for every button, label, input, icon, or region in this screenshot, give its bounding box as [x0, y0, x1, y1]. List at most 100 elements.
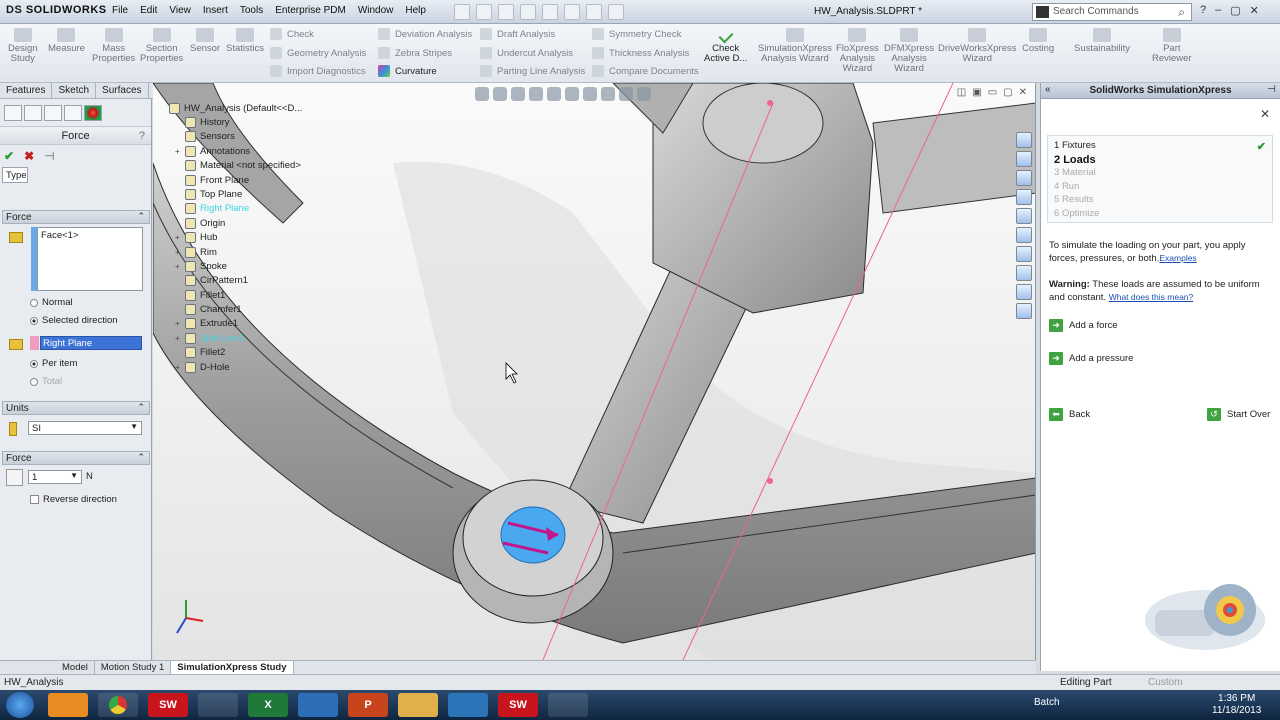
solidworks-taskbar-icon[interactable]: SW	[148, 693, 188, 717]
split-view-icon[interactable]: ◫	[957, 87, 966, 98]
close-icon[interactable]: ✕	[1250, 4, 1259, 17]
tree-item[interactable]: Right Plane	[185, 203, 249, 214]
restore-icon[interactable]: ▢	[1230, 4, 1240, 17]
select-icon[interactable]	[564, 4, 580, 20]
new-doc-icon[interactable]	[454, 4, 470, 20]
back-button[interactable]: ⬅ Back	[1049, 408, 1090, 421]
menu-item-file[interactable]: File	[112, 5, 128, 16]
tab-features[interactable]: Features	[0, 83, 53, 98]
tree-item[interactable]: History	[185, 117, 230, 128]
expand-icon[interactable]: +	[175, 248, 180, 257]
help-icon[interactable]: ?	[1200, 4, 1206, 17]
previous-view-icon[interactable]	[511, 87, 525, 101]
tool-floxpress-analysis-wizard[interactable]: FloXpress Analysis Wizard	[836, 28, 879, 74]
zoom-to-fit-icon[interactable]	[475, 87, 489, 101]
solidworks-active-taskbar-icon[interactable]: SW	[498, 693, 538, 717]
solidworks-logo[interactable]: DS SOLIDWORKS	[6, 4, 107, 16]
tree-item[interactable]: + D-Hole	[175, 362, 230, 373]
tool-measure[interactable]: Measure	[48, 28, 85, 54]
tool-sustainability[interactable]: Sustainability	[1074, 28, 1130, 54]
menu-item-enterprise-pdm[interactable]: Enterprise PDM	[275, 5, 346, 16]
tool-draft-analysis[interactable]: Draft Analysis	[480, 28, 555, 40]
section-view-icon[interactable]	[529, 87, 543, 101]
reverse-direction-checkbox[interactable]: Reverse direction	[30, 494, 117, 505]
print-icon[interactable]	[520, 4, 536, 20]
add-pressure-button[interactable]: ➜ Add a pressure	[1049, 352, 1133, 365]
clock[interactable]: 1:36 PM 11/18/2013	[1212, 693, 1261, 717]
folder-icon[interactable]	[1016, 227, 1032, 243]
tab-type[interactable]: Type	[2, 167, 28, 183]
excel-taskbar-icon[interactable]: X	[248, 693, 288, 717]
help-icon[interactable]: ?	[139, 130, 145, 142]
tree-item[interactable]: Sensors	[185, 131, 235, 142]
home-icon[interactable]	[1016, 189, 1032, 205]
units-dropdown[interactable]: SI ▼	[28, 421, 142, 435]
tree-item[interactable]: Fillet1	[185, 290, 225, 301]
wizard-step[interactable]: 6 Optimize	[1054, 208, 1266, 222]
expand-icon[interactable]: +	[175, 319, 180, 328]
view-palette-icon[interactable]	[1016, 246, 1032, 262]
examples-link[interactable]: Examples	[1159, 253, 1196, 263]
menu-item-edit[interactable]: Edit	[140, 5, 157, 16]
tree-item[interactable]: HW_Analysis (Default<<D...	[169, 103, 302, 114]
display-taskbar-icon[interactable]	[448, 693, 488, 717]
search-menu-icon[interactable]	[1036, 6, 1049, 18]
undo-icon[interactable]	[542, 4, 558, 20]
selected-direction-radio[interactable]: Selected direction	[30, 315, 118, 326]
ok-icon[interactable]: ✔	[4, 149, 14, 163]
wizard-step[interactable]: 4 Run	[1054, 181, 1266, 195]
design-library-icon[interactable]	[1016, 151, 1032, 167]
tool-taskbar-icon[interactable]	[548, 693, 588, 717]
tab-surfaces[interactable]: Surfaces	[96, 83, 149, 98]
zoom-area-icon[interactable]	[493, 87, 507, 101]
wizard-step[interactable]: 1 Fixtures ✔	[1054, 140, 1266, 154]
menu-item-help[interactable]: Help	[405, 5, 426, 16]
tree-item[interactable]: Chamfer1	[185, 304, 242, 315]
start-over-button[interactable]: ↺ Start Over	[1207, 408, 1270, 421]
outlook-app-taskbar-icon[interactable]	[298, 693, 338, 717]
tree-item[interactable]: CirPattern1	[185, 275, 248, 286]
menu-item-tools[interactable]: Tools	[240, 5, 263, 16]
force-value-input[interactable]: 1 ▼	[28, 470, 82, 484]
tree-item[interactable]: Top Plane	[185, 189, 242, 200]
tool-driveworksxpress-wizard[interactable]: DriveWorksXpress Wizard	[938, 28, 1016, 64]
start-button[interactable]	[6, 692, 34, 718]
viewport-minimize-icon[interactable]: ▭	[988, 87, 997, 98]
collapse-pane-icon[interactable]: «	[1045, 84, 1051, 95]
graphics-area[interactable]: ◫ ▣ ▭ ▢ ✕ HW_Analysis (Default<<D... Hist…	[153, 83, 1036, 660]
per-item-radio[interactable]: Per item	[30, 358, 77, 369]
tree-item[interactable]: Material <not specified>	[185, 160, 301, 171]
collapse-icon[interactable]: ⌃	[137, 211, 145, 222]
expand-icon[interactable]: +	[175, 233, 180, 242]
add-force-button[interactable]: ➜ Add a force	[1049, 319, 1118, 332]
plane-handle[interactable]	[767, 478, 773, 484]
search-icon[interactable]: ⌕	[1178, 5, 1185, 20]
save-icon[interactable]	[498, 4, 514, 20]
dimxpert-icon[interactable]	[64, 105, 82, 121]
menu-item-window[interactable]: Window	[358, 5, 394, 16]
tool-import-diagnostics[interactable]: Import Diagnostics	[270, 65, 366, 77]
tool-curvature[interactable]: Curvature	[378, 65, 437, 77]
custom-properties-icon[interactable]	[1016, 284, 1032, 300]
study-tab-motion-study-1[interactable]: Motion Study 1	[95, 661, 172, 674]
tool-undercut-analysis[interactable]: Undercut Analysis	[480, 47, 573, 59]
tool-check[interactable]: Check	[270, 28, 314, 40]
tree-item[interactable]: + Hub	[175, 232, 217, 243]
cancel-icon[interactable]: ✖	[24, 149, 34, 163]
tree-item[interactable]: + Split Line1	[175, 333, 244, 344]
open-icon[interactable]	[476, 4, 492, 20]
tree-item[interactable]: + Annotations	[175, 146, 250, 157]
close-icon[interactable]: ✕	[1260, 107, 1270, 121]
tree-item[interactable]: + Spoke	[175, 261, 227, 272]
force-group-header[interactable]: Force ⌃	[2, 210, 150, 224]
expand-icon[interactable]: +	[175, 363, 180, 372]
tree-item[interactable]: + Rim	[175, 247, 217, 258]
view-settings-icon[interactable]	[637, 87, 651, 101]
pushpin-icon[interactable]: ⊣	[1267, 84, 1276, 95]
apply-scene-icon[interactable]	[619, 87, 633, 101]
tool-compare-documents[interactable]: Compare Documents	[592, 65, 699, 77]
menu-item-view[interactable]: View	[169, 5, 191, 16]
powerpoint-taskbar-icon[interactable]: P	[348, 693, 388, 717]
expand-icon[interactable]: +	[175, 262, 180, 271]
tree-item[interactable]: Front Plane	[185, 175, 249, 186]
